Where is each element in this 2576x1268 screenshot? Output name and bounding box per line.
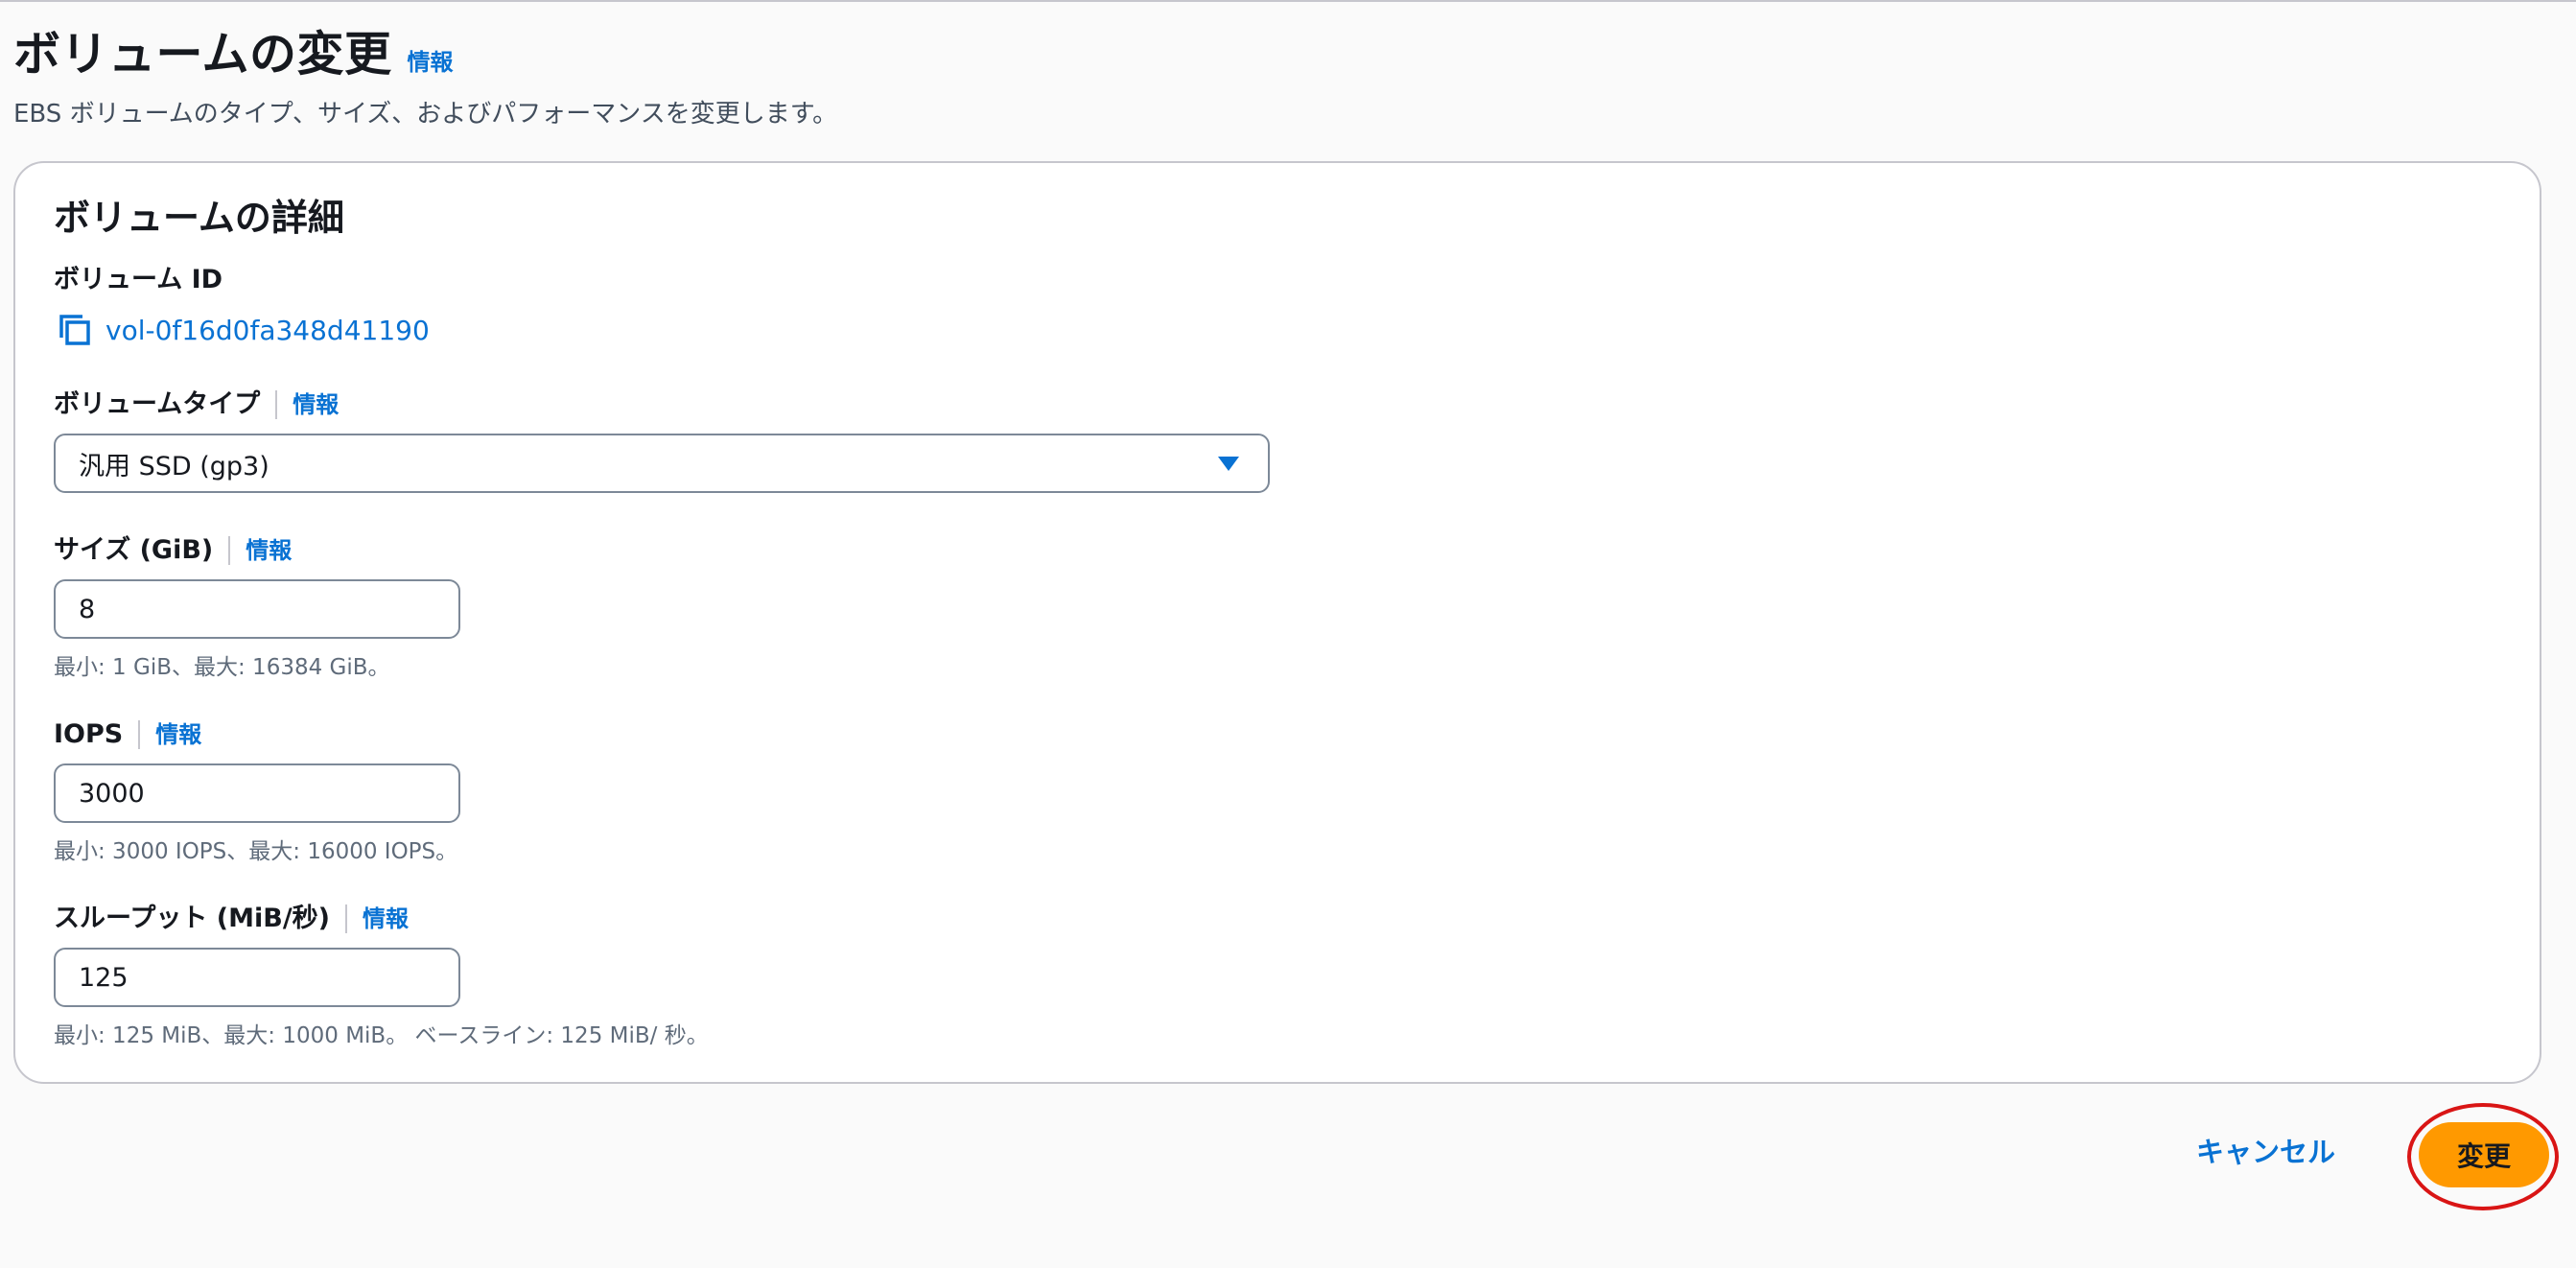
page-title: ボリュームの変更 bbox=[13, 27, 392, 82]
label-divider bbox=[345, 904, 348, 933]
panel-title: ボリュームの詳細 bbox=[54, 197, 344, 239]
volume-details-panel: ボリュームの詳細 ボリューム ID vol-0f16d0fa348d41190 … bbox=[13, 161, 2541, 1084]
size-label: サイズ (GiB) 情報 bbox=[54, 533, 292, 568]
cancel-button[interactable]: キャンセル bbox=[2196, 1130, 2335, 1170]
volume-type-selected-value: 汎用 SSD (gp3) bbox=[79, 451, 269, 481]
iops-label-text: IOPS bbox=[54, 719, 124, 749]
volume-type-label: ボリュームタイプ 情報 bbox=[54, 387, 339, 422]
size-hint: 最小: 1 GiB、最大: 16384 GiB。 bbox=[54, 655, 390, 680]
label-divider bbox=[228, 536, 231, 565]
copy-icon[interactable] bbox=[54, 309, 96, 351]
volume-type-info-link[interactable]: 情報 bbox=[293, 387, 339, 422]
throughput-info-link[interactable]: 情報 bbox=[363, 902, 409, 936]
page-header: ボリュームの変更 情報 bbox=[13, 25, 454, 84]
page-info-link[interactable]: 情報 bbox=[408, 43, 454, 77]
size-info-link[interactable]: 情報 bbox=[246, 533, 292, 568]
throughput-input[interactable] bbox=[54, 948, 460, 1007]
iops-label: IOPS 情報 bbox=[54, 717, 201, 752]
caret-down-icon bbox=[1218, 456, 1239, 471]
modify-button[interactable]: 変更 bbox=[2419, 1122, 2549, 1187]
volume-id-link[interactable]: vol-0f16d0fa348d41190 bbox=[105, 315, 430, 346]
size-label-text: サイズ (GiB) bbox=[54, 535, 214, 565]
iops-input[interactable] bbox=[54, 763, 460, 823]
iops-hint: 最小: 3000 IOPS、最大: 16000 IOPS。 bbox=[54, 839, 458, 864]
size-input[interactable] bbox=[54, 579, 460, 639]
volume-id-row: vol-0f16d0fa348d41190 bbox=[54, 309, 430, 351]
iops-info-link[interactable]: 情報 bbox=[155, 717, 201, 752]
volume-id-label: ボリューム ID bbox=[54, 263, 222, 297]
top-divider bbox=[0, 0, 2576, 2]
label-divider bbox=[275, 390, 278, 419]
throughput-hint: 最小: 125 MiB、最大: 1000 MiB。 ベースライン: 125 Mi… bbox=[54, 1023, 709, 1048]
volume-type-select[interactable]: 汎用 SSD (gp3) bbox=[54, 434, 1270, 493]
throughput-label-text: スループット (MiB/秒) bbox=[54, 904, 331, 933]
throughput-label: スループット (MiB/秒) 情報 bbox=[54, 902, 409, 936]
title-row: ボリュームの変更 情報 bbox=[13, 25, 454, 84]
page-description: EBS ボリュームのタイプ、サイズ、およびパフォーマンスを変更します。 bbox=[13, 100, 838, 129]
volume-id-label-text: ボリューム ID bbox=[54, 265, 223, 294]
label-divider bbox=[138, 720, 141, 749]
volume-type-label-text: ボリュームタイプ bbox=[54, 389, 261, 419]
